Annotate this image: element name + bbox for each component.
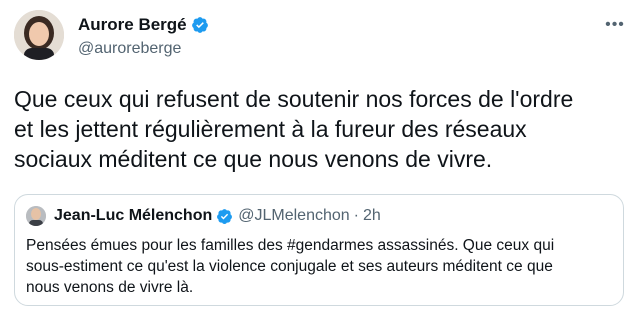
author-handle[interactable]: @auroreberge: [78, 40, 209, 58]
ellipsis-icon: •••: [605, 16, 625, 33]
quoted-tweet-text: Pensées émues pour les familles des #gen…: [26, 237, 555, 296]
quoted-author-name[interactable]: Jean-Luc Mélenchon: [54, 207, 212, 225]
verified-icon: [191, 16, 209, 34]
quoted-timestamp[interactable]: 2h: [363, 207, 381, 225]
quoted-verified-icon: [216, 208, 233, 225]
author-block: Aurore Bergé @auroreberge: [78, 14, 209, 58]
tweet: Aurore Bergé @auroreberge ••• Que ceux q…: [0, 0, 640, 324]
separator-dot: ·: [353, 207, 359, 224]
avatar-image: [14, 10, 64, 60]
quoted-tweet-header: Jean-Luc Mélenchon @JLMelenchon · 2h: [26, 205, 381, 227]
more-options-button[interactable]: •••: [604, 16, 626, 34]
quoted-avatar-image: [26, 206, 46, 226]
tweet-text: Que ceux qui refusent de soutenir nos fo…: [14, 86, 574, 172]
author-name[interactable]: Aurore Bergé: [78, 15, 187, 35]
quoted-author-handle[interactable]: @JLMelenchon: [238, 207, 349, 225]
avatar[interactable]: [14, 10, 64, 60]
quoted-tweet[interactable]: Jean-Luc Mélenchon @JLMelenchon · 2h Pen…: [14, 194, 624, 306]
quoted-avatar[interactable]: [26, 206, 46, 226]
